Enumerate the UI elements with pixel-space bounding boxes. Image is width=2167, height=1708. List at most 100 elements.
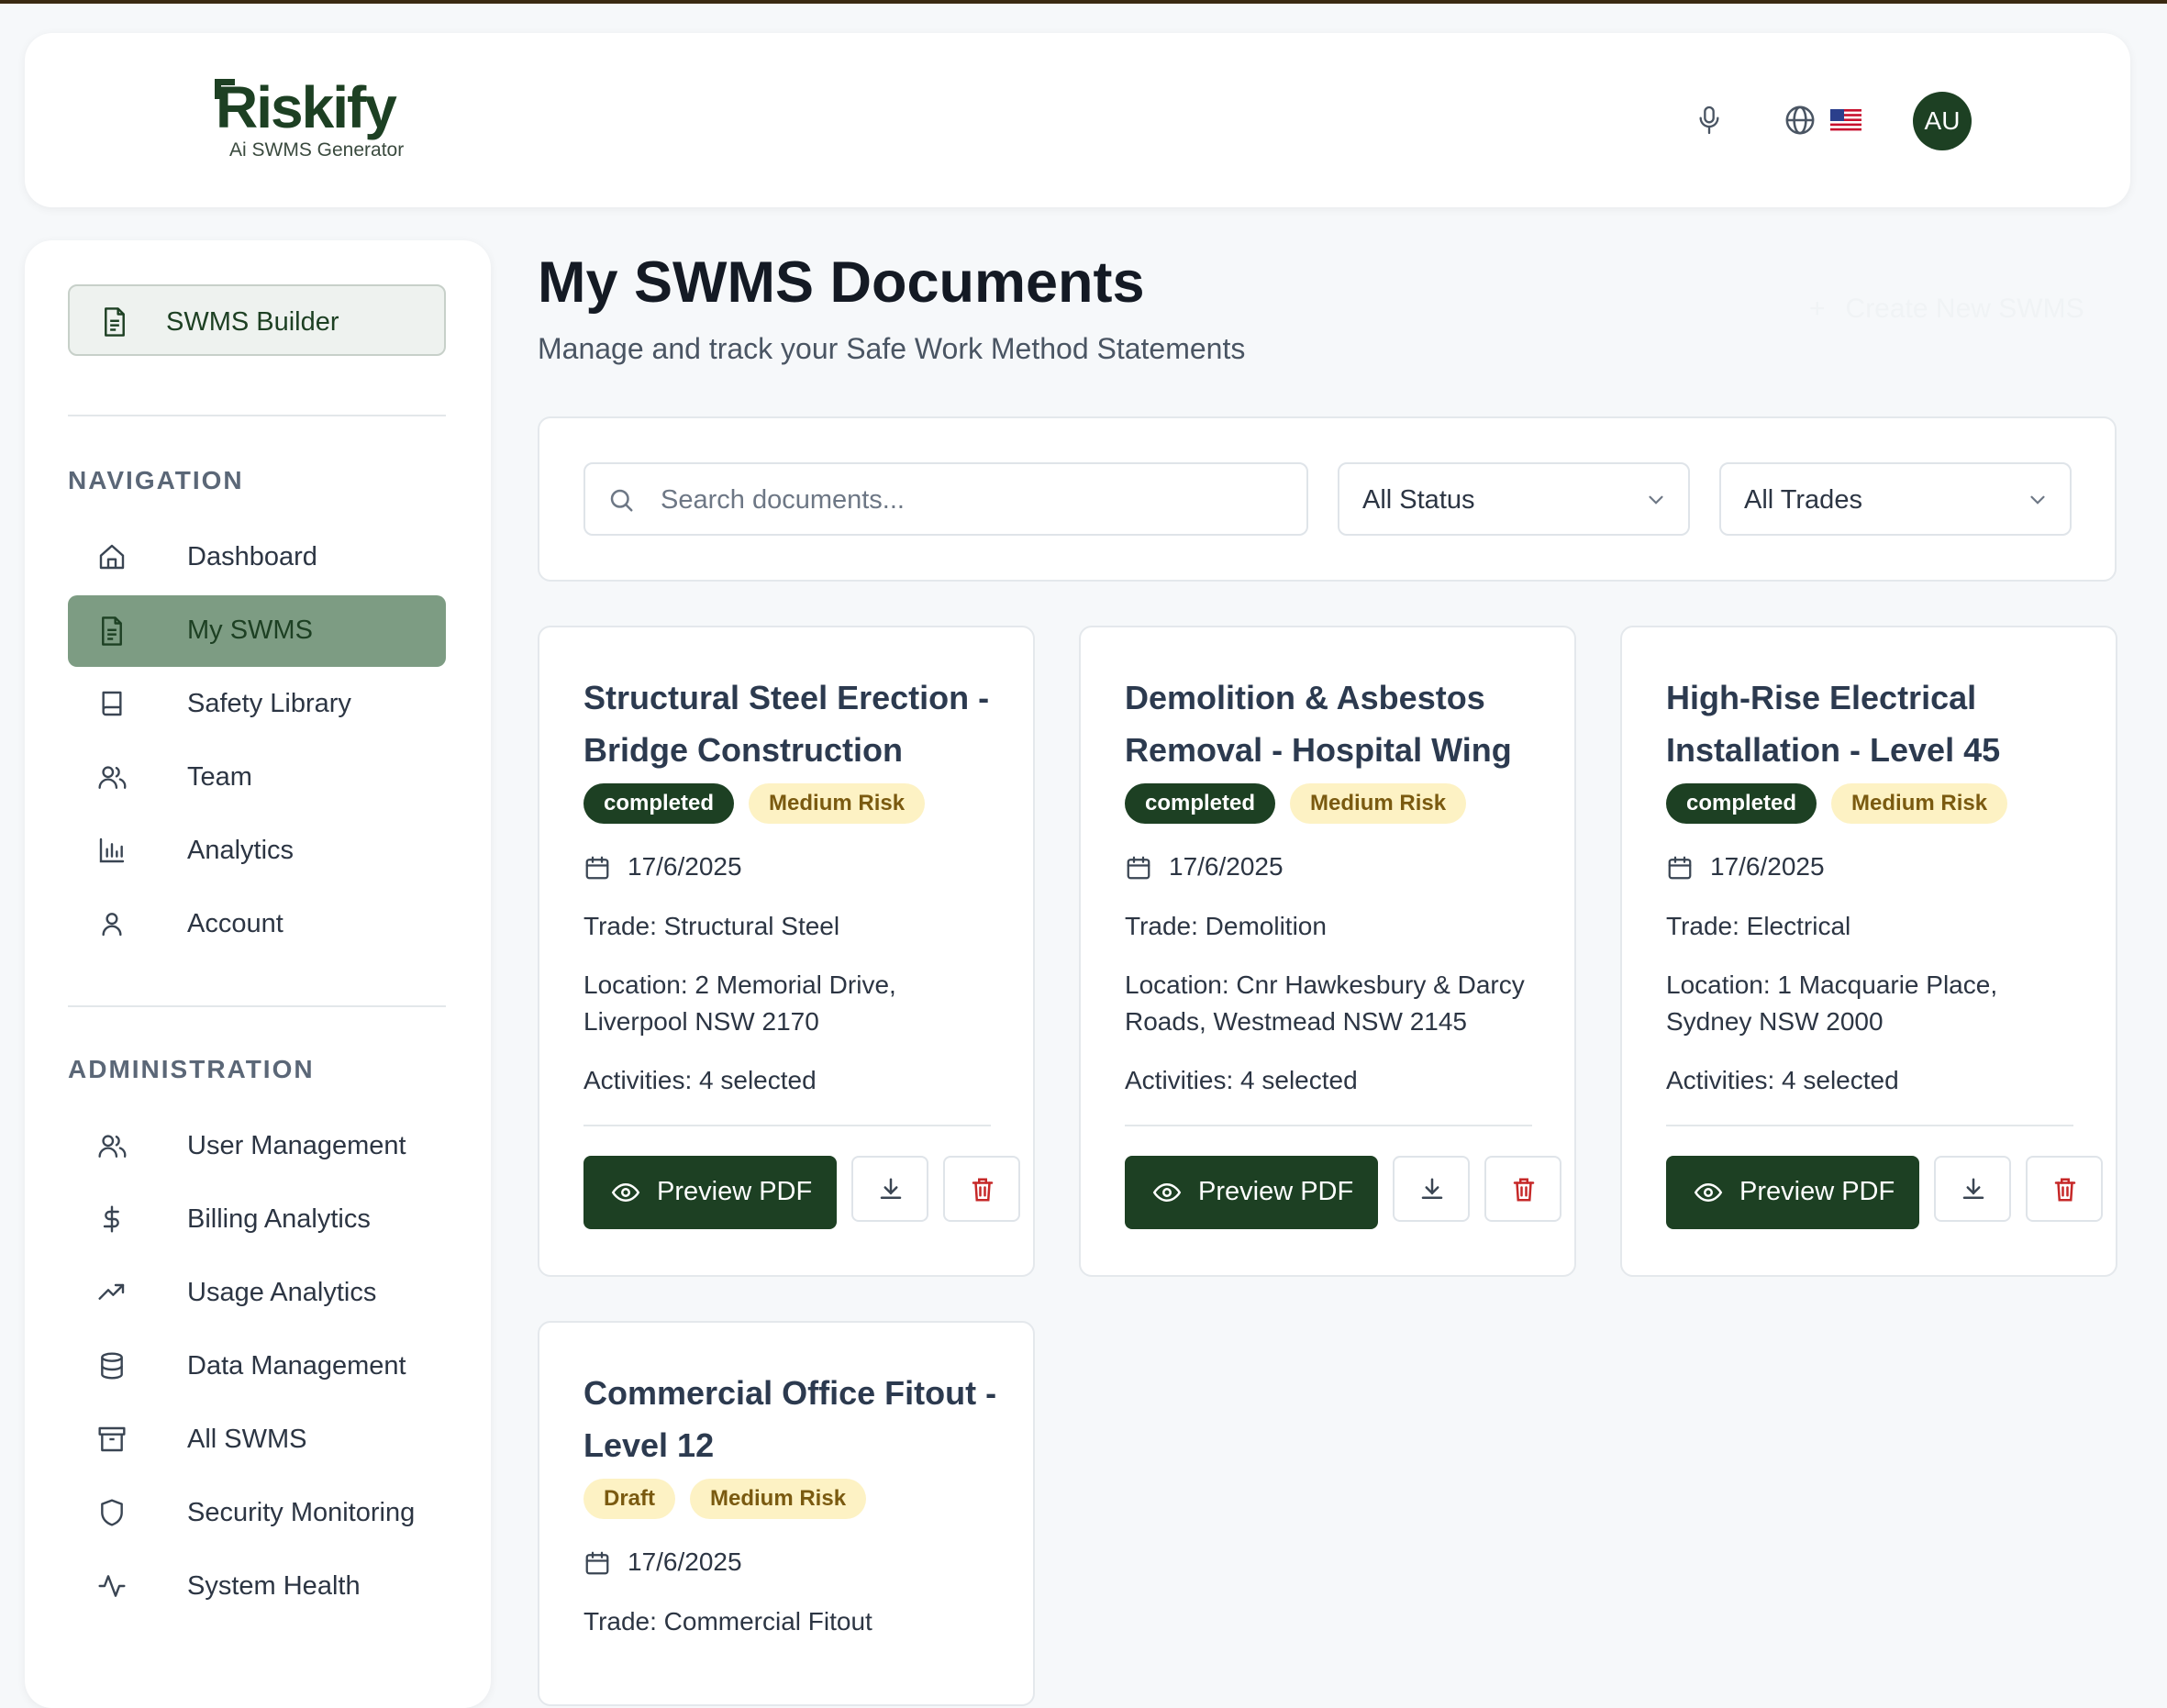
preview-pdf-label: Preview PDF xyxy=(657,1177,813,1206)
trash-icon xyxy=(2054,1178,2076,1202)
card-divider xyxy=(1666,1125,2073,1126)
top-accent-line xyxy=(0,0,2167,4)
chevron-down-icon xyxy=(2030,495,2045,505)
sidebar-item-system-health[interactable]: System Health xyxy=(68,1551,446,1623)
sidebar-item-data-management[interactable]: Data Management xyxy=(68,1331,446,1403)
document-title[interactable]: Structural Steel Erection - Bridge Const… xyxy=(583,671,1006,776)
search-input[interactable] xyxy=(659,477,1286,523)
us-flag-icon[interactable] xyxy=(1830,109,1861,131)
download-icon xyxy=(1421,1178,1443,1199)
administration-section-title: ADMINISTRATION xyxy=(68,1055,315,1083)
dollar-icon xyxy=(103,1205,119,1233)
sidebar-item-all-swms[interactable]: All SWMS xyxy=(68,1404,446,1476)
calendar-icon xyxy=(1668,856,1692,880)
download-icon xyxy=(880,1178,902,1199)
preview-pdf-button[interactable]: Preview PDF xyxy=(1666,1156,1919,1229)
logo-subtitle: Ai SWMS Generator xyxy=(229,139,405,161)
sidebar-item-dashboard[interactable]: Dashboard xyxy=(68,522,446,593)
document-title[interactable]: Demolition & Asbestos Removal - Hospital… xyxy=(1125,671,1547,776)
document-icon xyxy=(102,616,122,646)
globe-icon[interactable] xyxy=(1784,105,1816,136)
microphone-icon[interactable] xyxy=(1696,105,1722,136)
page-title: My SWMS Documents xyxy=(538,250,1145,315)
sidebar-item-label: Safety Library xyxy=(187,689,351,718)
document-card[interactable]: Structural Steel Erection - Bridge Const… xyxy=(538,626,1035,1277)
document-location: Location: Cnr Hawkesbury & Darcy Roads, … xyxy=(1125,970,1525,1036)
activity-icon xyxy=(98,1575,126,1597)
users-icon xyxy=(98,1135,127,1158)
create-new-swms-label: Create New SWMS xyxy=(1845,294,2084,324)
risk-badge: Medium Risk xyxy=(1290,783,1467,824)
preview-pdf-button[interactable]: Preview PDF xyxy=(1125,1156,1378,1229)
plus-icon: + xyxy=(1809,294,1826,324)
chevron-down-icon xyxy=(1649,495,1663,505)
swms-builder-label: SWMS Builder xyxy=(166,307,339,337)
trade-filter-select[interactable]: All Trades xyxy=(1719,462,2072,536)
trash-icon xyxy=(972,1178,994,1202)
eye-icon xyxy=(1152,1182,1182,1203)
search-icon xyxy=(610,489,633,512)
search-box[interactable] xyxy=(583,462,1308,536)
document-title[interactable]: High-Rise Electrical Installation - Leve… xyxy=(1666,671,2088,776)
preview-pdf-label: Preview PDF xyxy=(1198,1177,1354,1206)
create-new-swms-button[interactable]: + Create New SWMS xyxy=(1809,294,2084,325)
document-trade: Trade: Structural Steel xyxy=(583,912,840,940)
document-card[interactable]: Demolition & Asbestos Removal - Hospital… xyxy=(1079,626,1576,1277)
document-activities: Activities: 4 selected xyxy=(583,1066,817,1094)
sidebar-item-label: System Health xyxy=(187,1571,361,1601)
sidebar-item-label: User Management xyxy=(187,1131,406,1160)
calendar-icon xyxy=(585,1551,609,1575)
sidebar-item-label: All SWMS xyxy=(187,1425,307,1454)
document-date-text: 17/6/2025 xyxy=(1169,852,1284,881)
home-icon xyxy=(99,544,125,570)
sidebar-item-label: Team xyxy=(187,762,252,792)
delete-button[interactable] xyxy=(2026,1156,2103,1222)
sidebar-item-billing-analytics[interactable]: Billing Analytics xyxy=(68,1184,446,1256)
sidebar-item-analytics[interactable]: Analytics xyxy=(68,815,446,887)
sidebar-item-team[interactable]: Team xyxy=(68,742,446,814)
user-avatar[interactable]: AU xyxy=(1913,92,1972,150)
trending-up-icon xyxy=(98,1283,125,1300)
database-icon xyxy=(101,1352,123,1380)
eye-icon xyxy=(611,1182,640,1203)
swms-builder-button[interactable]: SWMS Builder xyxy=(68,284,446,356)
sidebar-divider xyxy=(68,415,446,416)
sidebar-item-user-management[interactable]: User Management xyxy=(68,1111,446,1182)
card-divider xyxy=(1125,1125,1532,1126)
document-title[interactable]: Commercial Office Fitout - Level 12 xyxy=(583,1367,1006,1471)
sidebar-item-usage-analytics[interactable]: Usage Analytics xyxy=(68,1258,446,1329)
calendar-icon xyxy=(585,856,609,880)
sidebar-item-security-monitoring[interactable]: Security Monitoring xyxy=(68,1478,446,1549)
download-button[interactable] xyxy=(1934,1156,2011,1222)
document-card[interactable]: High-Rise Electrical Installation - Leve… xyxy=(1620,626,2117,1277)
document-activities: Activities: 4 selected xyxy=(1125,1066,1358,1094)
document-date-text: 17/6/2025 xyxy=(628,1547,742,1576)
download-button[interactable] xyxy=(851,1156,928,1222)
document-trade: Trade: Electrical xyxy=(1666,912,1851,940)
document-card[interactable]: Commercial Office Fitout - Level 12 Draf… xyxy=(538,1321,1035,1706)
delete-button[interactable] xyxy=(1484,1156,1561,1222)
download-icon xyxy=(1962,1178,1984,1199)
download-button[interactable] xyxy=(1393,1156,1470,1222)
status-badge: completed xyxy=(1666,783,1817,824)
trash-icon xyxy=(1513,1178,1535,1202)
preview-pdf-button[interactable]: Preview PDF xyxy=(583,1156,837,1229)
sidebar-item-safety-library[interactable]: Safety Library xyxy=(68,669,446,740)
logo-text: Riskify xyxy=(216,74,397,140)
document-activities: Activities: 4 selected xyxy=(1666,1066,1899,1094)
sidebar-item-label: Usage Analytics xyxy=(187,1278,377,1307)
document-location: Location: 2 Memorial Drive, Liverpool NS… xyxy=(583,970,896,1036)
book-icon xyxy=(102,691,122,716)
status-filter-value: All Status xyxy=(1362,485,1475,515)
document-date-text: 17/6/2025 xyxy=(628,852,742,881)
status-filter-select[interactable]: All Status xyxy=(1338,462,1690,536)
filter-bar: All Status All Trades xyxy=(538,416,2117,582)
sidebar-item-my-swms[interactable]: My SWMS xyxy=(68,595,446,667)
status-badge: completed xyxy=(1125,783,1276,824)
sidebar-item-account[interactable]: Account xyxy=(68,889,446,960)
page-subtitle: Manage and track your Safe Work Method S… xyxy=(538,332,1246,365)
delete-button[interactable] xyxy=(943,1156,1020,1222)
riskify-logo[interactable]: Riskify Ai SWMS Generator xyxy=(190,73,428,174)
sidebar-item-label: Account xyxy=(187,909,283,938)
sidebar-item-label: Dashboard xyxy=(187,542,317,571)
